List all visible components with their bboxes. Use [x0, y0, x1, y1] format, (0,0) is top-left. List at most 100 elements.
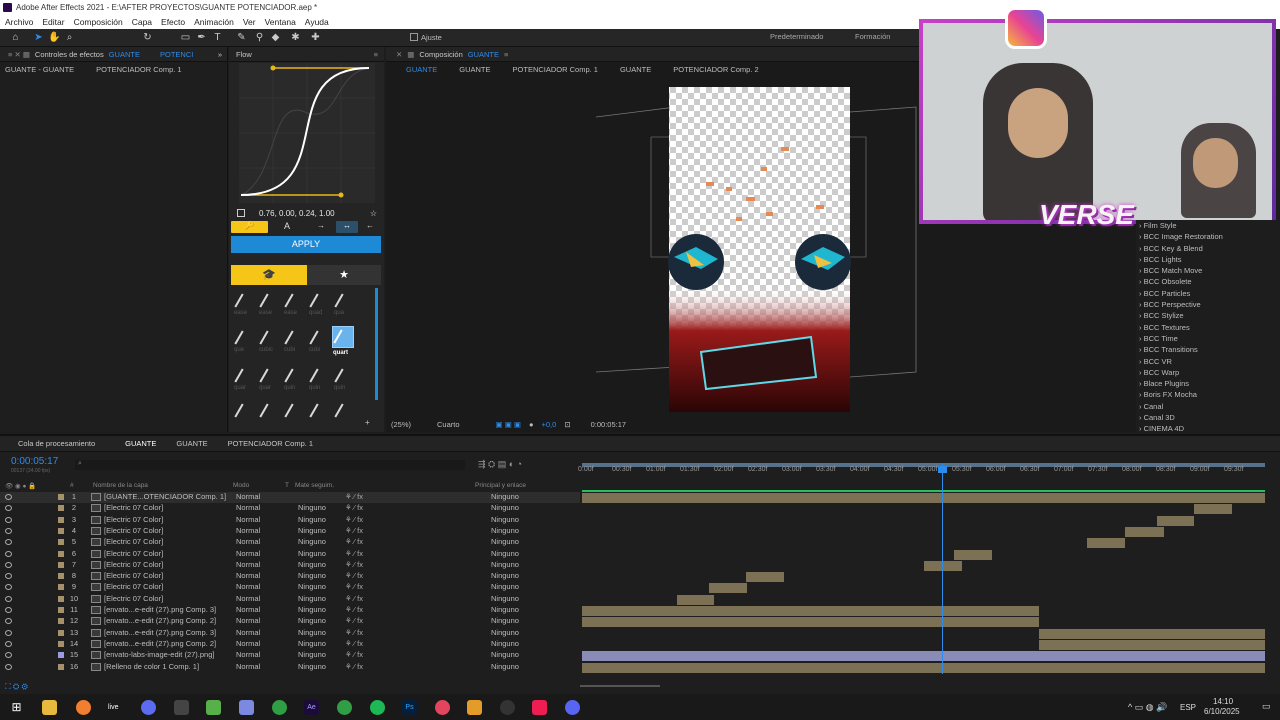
flow-right-icon[interactable]: →	[306, 221, 336, 233]
zoom-slider[interactable]	[580, 685, 660, 687]
star-icon[interactable]: ★	[307, 265, 381, 285]
view-options-icon[interactable]: ▣ ▣ ▣	[496, 420, 521, 429]
visibility-eye-icon[interactable]	[5, 607, 12, 613]
file-explorer-icon[interactable]	[42, 700, 57, 715]
layer-duration-bar[interactable]	[582, 493, 1265, 503]
composition-viewer[interactable]	[586, 87, 926, 417]
preset-expo-out[interactable]	[259, 401, 279, 419]
track-matte-dropdown[interactable]: Ninguno	[298, 571, 326, 580]
layer-name[interactable]: [envato...e-edit (27).png Comp. 2]	[104, 639, 226, 648]
label-color-swatch[interactable]	[58, 527, 64, 534]
layer-duration-bar[interactable]	[1157, 515, 1194, 526]
rectangle-tool-icon[interactable]: ▭	[180, 32, 191, 43]
parent-dropdown[interactable]: Ninguno	[491, 515, 519, 524]
layer-duration-bar[interactable]	[582, 651, 1265, 662]
blend-mode-dropdown[interactable]: Normal	[236, 492, 260, 501]
preset-quad-in[interactable]: quad	[309, 291, 329, 316]
game-app-icon[interactable]	[206, 700, 221, 715]
menu-capa[interactable]: Capa	[132, 17, 152, 27]
add-preset-icon[interactable]: +	[365, 418, 370, 427]
preset-quint-out[interactable]: quin	[309, 366, 329, 391]
track-matte-dropdown[interactable]: Ninguno	[298, 549, 326, 558]
parent-dropdown[interactable]: Ninguno	[491, 605, 519, 614]
obs-icon[interactable]	[500, 700, 515, 715]
blend-mode-dropdown[interactable]: Normal	[236, 515, 260, 524]
layer-row[interactable]: 13 [envato...e-edit (27).png Comp. 3] Norm…	[0, 628, 580, 639]
chrome-icon-2[interactable]	[337, 700, 352, 715]
layer-name[interactable]: [Electric 07 Color]	[104, 537, 226, 546]
track-matte-dropdown[interactable]: Ninguno	[298, 662, 326, 671]
menu-editar[interactable]: Editar	[42, 17, 64, 27]
chrome-profile-icon[interactable]	[435, 700, 450, 715]
track-matte-dropdown[interactable]: Ninguno	[298, 503, 326, 512]
visibility-eye-icon[interactable]	[5, 663, 12, 670]
eraser-tool-icon[interactable]: ◆	[270, 32, 281, 43]
track-matte-dropdown[interactable]: Ninguno	[298, 582, 326, 591]
bezier-curve-editor[interactable]	[239, 63, 375, 203]
home-icon[interactable]: ⌂	[10, 32, 21, 43]
layer-switches-icon[interactable]: ⚘ ⁄ fx	[345, 628, 363, 637]
parent-dropdown[interactable]: Ninguno	[491, 582, 519, 591]
layer-duration-bar[interactable]	[1039, 628, 1265, 639]
parent-dropdown[interactable]: Ninguno	[491, 526, 519, 535]
layer-name[interactable]: [Electric 07 Color]	[104, 515, 226, 524]
layer-switches-icon[interactable]: ⚘ ⁄ fx	[345, 571, 363, 580]
playhead-handle[interactable]	[938, 466, 947, 473]
layer-duration-bar[interactable]	[677, 594, 714, 605]
layer-row[interactable]: 1 [GUANTE...OTENCIADOR Comp. 1] Normal ⚘ ⁄ …	[0, 492, 580, 503]
layer-name[interactable]: [GUANTE...OTENCIADOR Comp. 1]	[104, 492, 226, 501]
v-app-icon[interactable]	[141, 700, 156, 715]
layer-switches-icon[interactable]: ⚘ ⁄ fx	[345, 560, 363, 569]
rotate-tool-icon[interactable]: ↻	[142, 32, 153, 43]
visibility-eye-icon[interactable]	[5, 516, 12, 523]
track-matte-dropdown[interactable]: Ninguno	[298, 526, 326, 535]
clock-date[interactable]: 6/10/2025	[1204, 707, 1240, 716]
layer-row[interactable]: 14 [envato...e-edit (27).png Comp. 2] Norm…	[0, 639, 580, 650]
preset-quad-inout[interactable]: que	[234, 328, 254, 353]
layer-name[interactable]: [Electric 07 Color]	[104, 526, 226, 535]
effect-category-8[interactable]: › BCC Stylize	[1136, 311, 1280, 322]
discord-like-icon[interactable]	[239, 700, 254, 715]
chrome-icon[interactable]	[272, 700, 287, 715]
layer-name[interactable]: [Electric 07 Color]	[104, 571, 226, 580]
type-tool-icon[interactable]: T	[212, 32, 223, 43]
preset-ease-inout[interactable]: ease	[284, 291, 304, 316]
track-matte-dropdown[interactable]: Ninguno	[298, 616, 326, 625]
effect-category-7[interactable]: › BCC Perspective	[1136, 300, 1280, 311]
preset-quart-selected[interactable]: quart	[332, 326, 354, 356]
effect-category-10[interactable]: › BCC Time	[1136, 334, 1280, 345]
blend-mode-dropdown[interactable]: Normal	[236, 537, 260, 546]
layer-switches-icon[interactable]: ⚘ ⁄ fx	[345, 594, 363, 603]
comp-timecode[interactable]: 0:00:05:17	[591, 420, 626, 429]
label-color-swatch[interactable]	[58, 505, 64, 512]
layer-switches-icon[interactable]: ⚘ ⁄ fx	[345, 662, 363, 671]
layer-duration-bar[interactable]	[924, 560, 962, 571]
track-matte-dropdown[interactable]: Ninguno	[298, 650, 326, 659]
graduation-cap-icon[interactable]: 🎓	[231, 265, 307, 285]
layer-row[interactable]: 4 [Electric 07 Color] Normal Ninguno ⚘ ⁄ fx N…	[0, 526, 580, 537]
close-icon[interactable]: ✕	[396, 50, 402, 59]
label-color-swatch[interactable]	[58, 573, 64, 580]
label-color-swatch[interactable]	[58, 561, 64, 568]
after-effects-taskbar-icon[interactable]: Ae	[304, 700, 319, 715]
effect-category-16[interactable]: › Canal	[1136, 402, 1280, 413]
parent-dropdown[interactable]: Ninguno	[491, 549, 519, 558]
blend-mode-dropdown[interactable]: Normal	[236, 571, 260, 580]
layer-name[interactable]: [envato-labs-image-edit (27).png]	[104, 650, 226, 659]
effect-category-5[interactable]: › BCC Obsolete	[1136, 277, 1280, 288]
preset-expo-in[interactable]	[234, 401, 254, 419]
layer-switches-icon[interactable]: ⚘ ⁄ fx	[345, 650, 363, 659]
layer-name[interactable]: [envato...e-edit (27).png Comp. 3]	[104, 628, 226, 637]
menu-animacion[interactable]: Animación	[194, 17, 234, 27]
visibility-eye-icon[interactable]	[5, 494, 12, 500]
layer-row[interactable]: 8 [Electric 07 Color] Normal Ninguno ⚘ ⁄ fx N…	[0, 571, 580, 582]
layer-switches-icon[interactable]: ⚘ ⁄ fx	[345, 537, 363, 546]
workspace-training[interactable]: Formación	[855, 32, 890, 41]
visibility-eye-icon[interactable]	[5, 561, 12, 568]
snapshot-icon[interactable]: ⊡	[564, 420, 570, 429]
layer-row[interactable]: 16 [Relleno de color 1 Comp. 1] Normal Ning…	[0, 662, 580, 673]
layer-row[interactable]: 5 [Electric 07 Color] Normal Ninguno ⚘ ⁄ fx N…	[0, 537, 580, 548]
label-color-swatch[interactable]	[58, 584, 64, 591]
layer-name[interactable]: [envato...e-edit (27).png Comp. 3]	[104, 605, 226, 614]
parent-dropdown[interactable]: Ninguno	[491, 594, 519, 603]
